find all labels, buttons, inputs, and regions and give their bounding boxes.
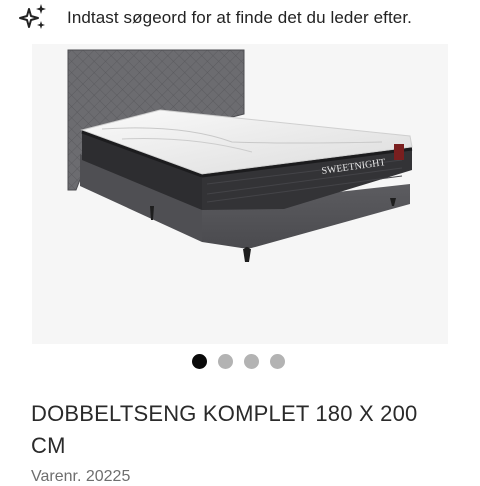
sparkle-icon[interactable] <box>18 2 50 34</box>
search-input[interactable]: Indtast søgeord for at finde det du lede… <box>67 8 412 28</box>
gallery-dot[interactable] <box>218 354 233 369</box>
bed-illustration: SWEETNIGHT <box>67 49 413 262</box>
gallery-dot[interactable] <box>192 354 207 369</box>
gallery-pagination <box>192 354 285 369</box>
search-bar[interactable]: Indtast søgeord for at finde det du lede… <box>0 0 480 40</box>
gallery-dot[interactable] <box>244 354 259 369</box>
product-title: DOBBELTSENG KOMPLET 180 X 200 CM <box>31 401 418 458</box>
gallery-dot[interactable] <box>270 354 285 369</box>
product-image[interactable]: SWEETNIGHT <box>32 44 448 344</box>
product-sku: Varenr. 20225 <box>31 468 131 485</box>
